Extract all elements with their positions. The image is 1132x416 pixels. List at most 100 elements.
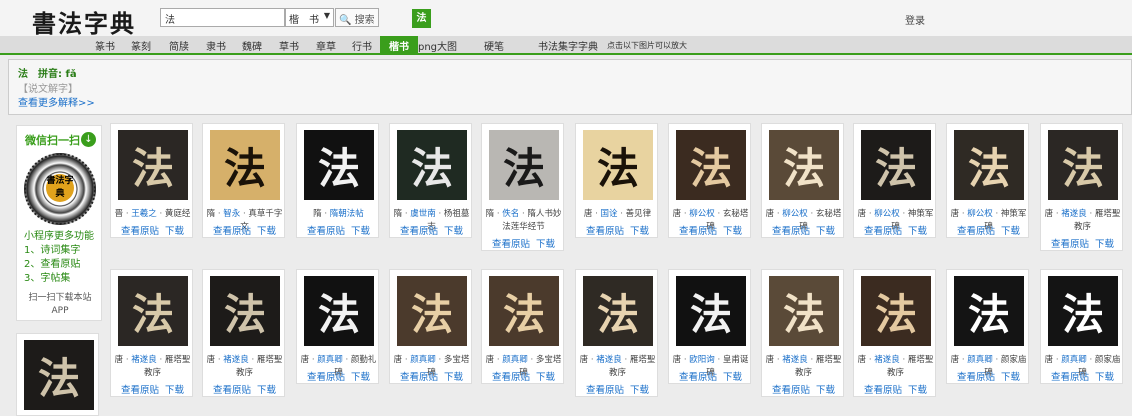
view-original-link[interactable]: 查看原贴 xyxy=(400,226,438,237)
download-link[interactable]: 下载 xyxy=(908,226,927,237)
card-author[interactable]: 褚遂良 xyxy=(131,355,157,365)
calligraphy-image[interactable]: 法 xyxy=(583,276,653,346)
download-link[interactable]: 下载 xyxy=(257,226,276,237)
calligraphy-card[interactable]: 法唐 · 颜真卿 · 颜勤礼碑 查看原贴 下载 xyxy=(296,269,379,384)
calligraphy-image[interactable]: 法 xyxy=(24,340,94,410)
download-link[interactable]: 下载 xyxy=(908,385,927,396)
card-author[interactable]: 颜真卿 xyxy=(1061,355,1087,365)
calligraphy-card[interactable]: 法唐 · 褚遂良 · 雁塔聖教序 查看原贴 下载 xyxy=(202,269,285,397)
view-original-link[interactable]: 查看原贴 xyxy=(772,226,810,237)
card-author[interactable]: 隋朝法帖 xyxy=(330,209,364,219)
view-original-link[interactable]: 查看原贴 xyxy=(679,372,717,383)
download-link[interactable]: 下载 xyxy=(723,226,742,237)
calligraphy-card[interactable]: 法唐 · 褚遂良 · 雁塔聖教序 查看原贴 下载 xyxy=(1040,123,1123,251)
card-author[interactable]: 褚遂良 xyxy=(1061,209,1087,219)
download-link[interactable]: 下载 xyxy=(536,372,555,383)
view-original-link[interactable]: 查看原贴 xyxy=(213,385,251,396)
view-original-link[interactable]: 查看原贴 xyxy=(1051,239,1089,250)
calligraphy-image[interactable]: 法 xyxy=(676,276,746,346)
download-link[interactable]: 下载 xyxy=(1095,239,1114,250)
calligraphy-card[interactable]: 法唐 · 褚遂良 · 雁塔聖教序 查看原贴 下载 xyxy=(853,269,936,397)
nav-item-yingbi[interactable]: 硬笔 xyxy=(484,38,504,53)
calligraphy-image[interactable]: 法 xyxy=(304,130,374,200)
card-author[interactable]: 颜真卿 xyxy=(502,355,528,365)
nav-item-jiandu[interactable]: 简牍 xyxy=(169,38,189,53)
calligraphy-image[interactable]: 法 xyxy=(489,130,559,200)
calligraphy-image[interactable]: 法 xyxy=(954,130,1024,200)
calligraphy-card[interactable]: 法唐 · 颜真卿 · 多宝塔碑 查看原贴 下载 xyxy=(389,269,472,384)
download-link[interactable]: 下载 xyxy=(1001,372,1020,383)
calligraphy-image[interactable]: 法 xyxy=(954,276,1024,346)
calligraphy-card[interactable]: 法唐 · 柳公权 · 神策军碑 查看原贴 下载 xyxy=(946,123,1029,238)
nav-item-png[interactable]: png大图 xyxy=(418,38,457,53)
calligraphy-image[interactable]: 法 xyxy=(769,276,839,346)
view-original-link[interactable]: 查看原贴 xyxy=(121,385,159,396)
calligraphy-card[interactable]: 法唐 · 褚遂良 · 雁塔聖教序 查看原贴 下载 xyxy=(110,269,193,397)
download-link[interactable]: 下载 xyxy=(165,385,184,396)
calligraphy-image[interactable]: 法 xyxy=(861,130,931,200)
download-link[interactable]: 下载 xyxy=(1001,226,1020,237)
view-original-link[interactable]: 查看原贴 xyxy=(864,385,902,396)
view-original-link[interactable]: 查看原贴 xyxy=(586,226,624,237)
download-link[interactable]: 下载 xyxy=(630,385,649,396)
current-char-badge[interactable]: 法 xyxy=(412,9,431,28)
calligraphy-card[interactable]: 法唐 · 褚遂良 · 雁塔聖教序 查看原贴 下载 xyxy=(761,269,844,397)
view-original-link[interactable]: 查看原贴 xyxy=(679,226,717,237)
calligraphy-card[interactable]: 法唐 · 国诠 · 善见律 查看原贴 下载 xyxy=(575,123,658,238)
download-link[interactable]: 下载 xyxy=(630,226,649,237)
view-original-link[interactable]: 查看原贴 xyxy=(957,226,995,237)
calligraphy-card[interactable]: 法唐 · 柳公权 · 玄秘塔碑 查看原贴 下载 xyxy=(761,123,844,238)
calligraphy-image[interactable]: 法 xyxy=(397,130,467,200)
card-author[interactable]: 柳公权 xyxy=(782,209,808,219)
download-link[interactable]: 下载 xyxy=(444,226,463,237)
nav-item-weibei[interactable]: 魏碑 xyxy=(242,38,262,53)
calligraphy-card[interactable]: 法唐 · 颜真卿 · 颜家庙碑 查看原贴 下载 xyxy=(1040,269,1123,384)
nav-item-xingshu[interactable]: 行书 xyxy=(352,38,372,53)
view-original-link[interactable]: 查看原贴 xyxy=(586,385,624,396)
download-link[interactable]: 下载 xyxy=(351,372,370,383)
card-author[interactable]: 褚遂良 xyxy=(782,355,808,365)
calligraphy-card[interactable]: 法隋 · 智永 · 真草千字文 查看原贴 下载 xyxy=(202,123,285,238)
card-author[interactable]: 欧阳询 xyxy=(689,355,715,365)
nav-item-zhuanshu[interactable]: 篆书 xyxy=(95,38,115,53)
card-author[interactable]: 智永 xyxy=(223,209,240,219)
login-link[interactable]: 登录 xyxy=(905,12,925,27)
download-link[interactable]: 下载 xyxy=(723,372,742,383)
calligraphy-card[interactable]: 法唐 · 颜真卿 · 颜家庙碑 查看原贴 下载 xyxy=(946,269,1029,384)
nav-item-lishu[interactable]: 隶书 xyxy=(206,38,226,53)
calligraphy-card[interactable]: 法唐 · 颜真卿 · 多宝塔碑 查看原贴 下载 xyxy=(481,269,564,384)
view-original-link[interactable]: 查看原贴 xyxy=(121,226,159,237)
download-link[interactable]: 下载 xyxy=(351,226,370,237)
view-original-link[interactable]: 查看原贴 xyxy=(957,372,995,383)
calligraphy-image[interactable]: 法 xyxy=(1048,276,1118,346)
download-link[interactable]: 下载 xyxy=(1095,372,1114,383)
card-author[interactable]: 佚名 xyxy=(502,209,519,219)
calligraphy-card[interactable]: 法隋 · 佚名 · 隋人书妙法莲华经节 查看原贴 下载 xyxy=(481,123,564,251)
calligraphy-card[interactable]: 法隋 · 虞世南 · 杨祖墓志 查看原贴 下载 xyxy=(389,123,472,238)
nav-item-zhangcao[interactable]: 章草 xyxy=(316,38,336,53)
nav-item-caoshu[interactable]: 草书 xyxy=(279,38,299,53)
card-author[interactable]: 柳公权 xyxy=(874,209,900,219)
card-author[interactable]: 褚遂良 xyxy=(223,355,249,365)
view-original-link[interactable]: 查看原贴 xyxy=(864,226,902,237)
calligraphy-card[interactable]: 法唐 · 欧阳询 · 皇甫诞碑 查看原贴 下载 xyxy=(668,269,751,384)
calligraphy-image[interactable]: 法 xyxy=(583,130,653,200)
view-original-link[interactable]: 查看原贴 xyxy=(307,372,345,383)
card-author[interactable]: 褚遂良 xyxy=(874,355,900,365)
calligraphy-card[interactable]: 法唐 · 柳公权 · 神策军碑 查看原贴 下载 xyxy=(853,123,936,238)
card-author[interactable]: 柳公权 xyxy=(967,209,993,219)
calligraphy-image[interactable]: 法 xyxy=(304,276,374,346)
font-style-select[interactable]: 楷 书 ▼ xyxy=(285,8,334,27)
search-button[interactable]: 🔍 搜索 xyxy=(335,8,379,27)
calligraphy-card[interactable]: 法晋 · 王羲之 · 黄庭经 查看原贴 下载 xyxy=(110,123,193,238)
search-input[interactable]: 法 xyxy=(160,8,285,27)
view-original-link[interactable]: 查看原贴 xyxy=(1051,372,1089,383)
view-original-link[interactable]: 查看原贴 xyxy=(213,226,251,237)
calligraphy-image[interactable]: 法 xyxy=(489,276,559,346)
view-original-link[interactable]: 查看原贴 xyxy=(400,372,438,383)
calligraphy-card[interactable]: 法唐 · 褚遂良 · 雁塔聖教序 查看原贴 下载 xyxy=(575,269,658,397)
calligraphy-image[interactable]: 法 xyxy=(861,276,931,346)
calligraphy-card[interactable]: 法唐 · 柳公权 · 玄秘塔碑 查看原贴 下载 xyxy=(668,123,751,238)
calligraphy-image[interactable]: 法 xyxy=(210,130,280,200)
nav-item-jizi-dict[interactable]: 书法集字字典 xyxy=(538,38,598,53)
